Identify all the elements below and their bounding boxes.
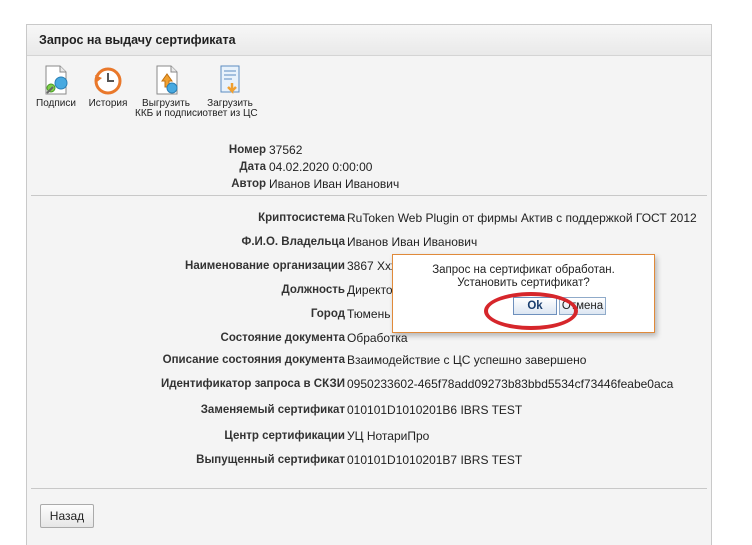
field-value: Тюмень: [347, 307, 391, 321]
field-label: Идентификатор запроса в СКЗИ: [160, 378, 345, 390]
field-value: 37562: [269, 143, 303, 157]
field-date: Дата 04.02.2020 0:00:00: [27, 158, 711, 176]
confirm-dialog: Запрос на сертификат обработан. Установи…: [392, 254, 655, 333]
signatures-icon: [39, 63, 73, 97]
field-label: Криптосистема: [258, 212, 345, 224]
field-value: 04.02.2020 0:00:00: [269, 160, 373, 174]
divider: [31, 195, 707, 196]
field-label: Автор: [231, 178, 266, 190]
tool-label: Выгрузить ККБ и подписи: [135, 98, 203, 119]
toolbar: Подписи История Выгрузить ККБ и подписи …: [33, 63, 333, 123]
field-label: Город: [310, 308, 345, 320]
field-label: Состояние документа: [220, 332, 345, 344]
history-button[interactable]: История: [85, 63, 131, 109]
field-value: УЦ НотариПро: [347, 429, 430, 443]
tool-label: Подписи: [36, 98, 76, 109]
import-response-icon: [213, 63, 247, 97]
field-cryptosystem: Криптосистема RuToken Web Plugin от фирм…: [27, 209, 711, 227]
field-request-id: Идентификатор запроса в СКЗИ 0950233602-…: [27, 375, 711, 393]
history-icon: [91, 63, 125, 97]
field-label: Наименование организации: [185, 260, 345, 272]
field-label: Номер: [228, 144, 266, 156]
field-value: 010101D1010201B6 IBRS TEST: [347, 403, 523, 417]
field-label: Ф.И.О. Владельца: [241, 236, 346, 248]
field-value: RuToken Web Plugin от фирмы Актив с подд…: [347, 211, 697, 225]
import-response-button[interactable]: Загрузить ответ из ЦС: [201, 63, 259, 119]
field-label: Заменяемый сертификат: [200, 404, 345, 416]
field-label: Центр сертификации: [224, 430, 345, 442]
field-label: Описание состояния документа: [162, 354, 345, 366]
signatures-button[interactable]: Подписи: [33, 63, 79, 109]
panel-title: Запрос на выдачу сертификата: [27, 25, 711, 56]
field-number: Номер 37562: [27, 141, 711, 159]
field-owner: Ф.И.О. Владельца Иванов Иван Иванович: [27, 233, 711, 251]
field-value: Иванов Иван Иванович: [347, 235, 478, 249]
tool-label: Загрузить ответ из ЦС: [202, 98, 258, 119]
field-doc-status-description: Описание состояния документа Взаимодейст…: [27, 351, 711, 369]
field-label: Должность: [281, 284, 345, 296]
tool-label: История: [88, 98, 128, 109]
field-value: 010101D1010201B7 IBRS TEST: [347, 453, 523, 467]
cancel-button[interactable]: Отмена: [559, 297, 606, 315]
field-replaced-cert: Заменяемый сертификат 010101D1010201B6 I…: [27, 401, 711, 419]
dialog-question: Установить сертификат?: [457, 277, 590, 289]
ok-button[interactable]: Ok: [513, 297, 557, 315]
field-label: Выпущенный сертификат: [196, 454, 345, 466]
export-button[interactable]: Выгрузить ККБ и подписи: [135, 63, 203, 119]
field-issued-cert: Выпущенный сертификат 010101D1010201B7 I…: [27, 451, 711, 469]
divider: [31, 488, 707, 489]
dialog-message: Запрос на сертификат обработан.: [432, 264, 615, 276]
field-author: Автор Иванов Иван Иванович: [27, 175, 711, 193]
field-value: Взаимодействие с ЦС успешно завершено: [347, 353, 587, 367]
field-cert-center: Центр сертификации УЦ НотариПро: [27, 427, 711, 445]
export-icon: [149, 63, 183, 97]
field-label: Дата: [239, 161, 266, 173]
field-value: 0950233602-465f78add09273b83bbd5534cf734…: [347, 377, 674, 391]
field-value: Иванов Иван Иванович: [269, 177, 400, 191]
back-button[interactable]: Назад: [40, 504, 94, 528]
